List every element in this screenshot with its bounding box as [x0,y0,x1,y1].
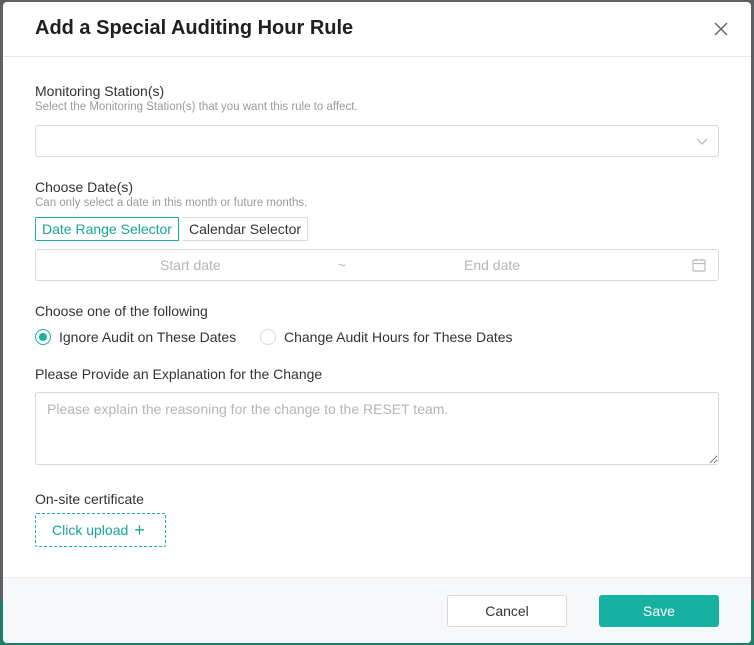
modal-footer: Cancel Save [3,577,751,643]
radio-ignore-audit-label[interactable]: Ignore Audit on These Dates [59,329,236,345]
close-icon [714,22,728,36]
add-auditing-rule-modal: Add a Special Auditing Hour Rule Monitor… [3,2,751,643]
stations-label: Monitoring Station(s) [35,83,165,99]
chevron-down-icon [696,138,708,145]
explanation-textarea[interactable] [35,392,719,465]
plus-icon: + [134,520,145,540]
range-separator: ~ [338,257,347,273]
certificate-label: On-site certificate [35,491,144,507]
tab-date-range-selector[interactable]: Date Range Selector [35,217,179,241]
calendar-icon [692,258,706,272]
options-label: Choose one of the following [35,303,208,319]
station-select[interactable] [35,125,719,157]
dates-label: Choose Date(s) [35,179,134,195]
start-date-input[interactable]: Start date [160,257,221,273]
modal-title: Add a Special Auditing Hour Rule [35,17,354,39]
dates-hint: Can only select a date in this month or … [35,197,308,209]
tab-calendar-selector[interactable]: Calendar Selector [183,217,309,241]
explanation-label: Please Provide an Explanation for the Ch… [35,366,323,382]
save-button[interactable]: Save [599,595,719,627]
date-range-picker[interactable]: Start date ~ End date [35,249,719,281]
radio-change-audit-hours[interactable] [260,329,276,345]
end-date-input[interactable]: End date [464,257,520,273]
radio-ignore-audit[interactable] [35,329,51,345]
stations-hint: Select the Monitoring Station(s) that yo… [35,101,358,113]
modal-header: Add a Special Auditing Hour Rule [3,2,751,57]
radio-change-audit-hours-label[interactable]: Change Audit Hours for These Dates [284,329,513,345]
click-upload-button[interactable]: Click upload + [35,513,166,547]
cancel-button[interactable]: Cancel [447,595,567,627]
upload-label: Click upload [52,522,129,538]
close-button[interactable] [713,21,729,37]
